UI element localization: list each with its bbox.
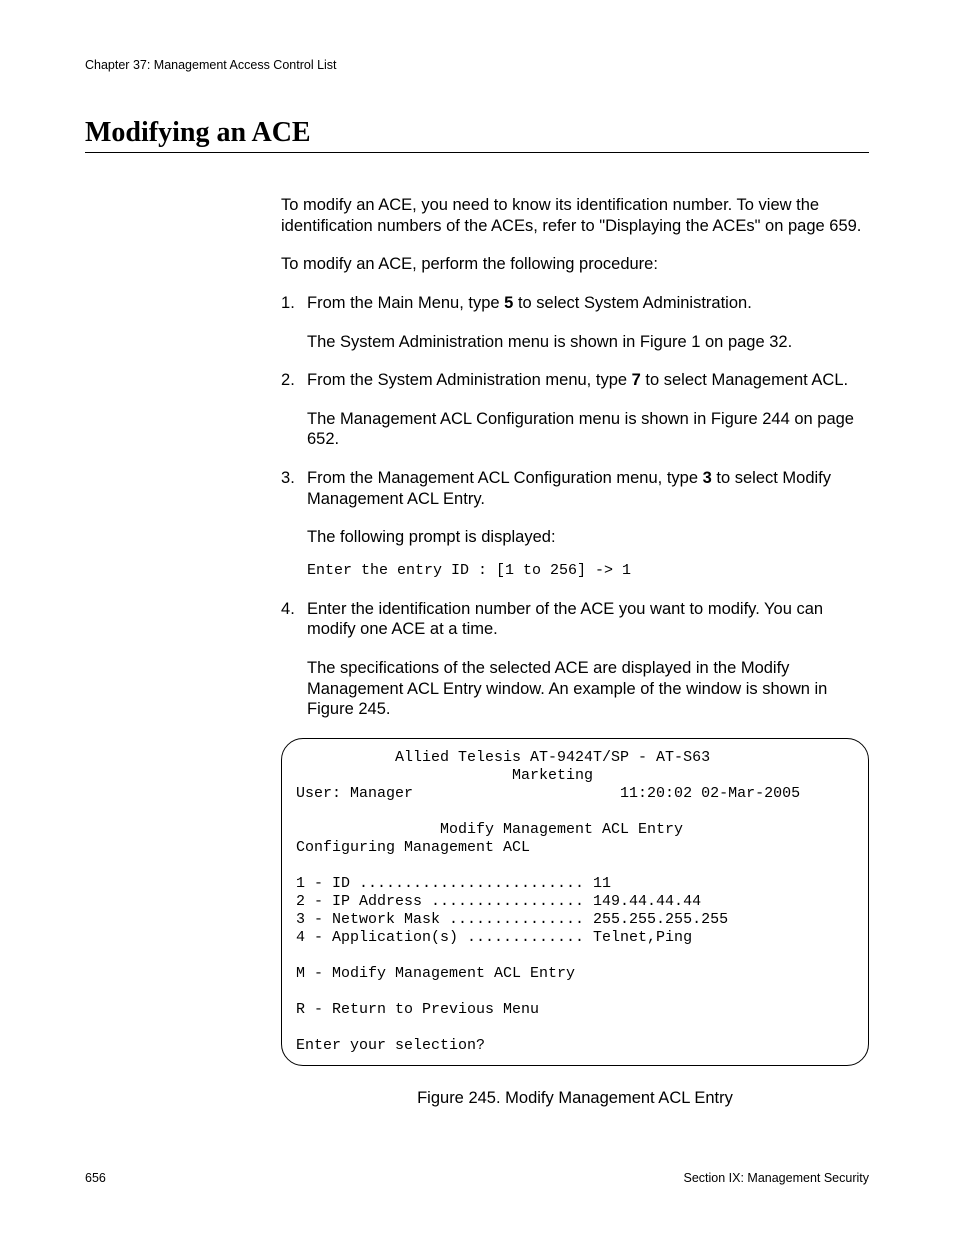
step-text: From the System Administration menu, typ…	[307, 371, 632, 389]
step-sub: The specifications of the selected ACE a…	[307, 658, 869, 720]
terminal-window: Allied Telesis AT-9424T/SP - AT-S63 Mark…	[281, 738, 869, 1066]
step-mono: Enter the entry ID : [1 to 256] -> 1	[307, 562, 869, 581]
step-text-after: to select System Administration.	[513, 294, 751, 312]
page-footer: 656 Section IX: Management Security	[85, 1171, 869, 1185]
step-bold: 5	[504, 294, 513, 312]
chapter-header: Chapter 37: Management Access Control Li…	[85, 58, 869, 72]
step-3: From the Management ACL Configuration me…	[281, 468, 869, 581]
section-label: Section IX: Management Security	[683, 1171, 869, 1185]
step-text-after: to select Management ACL.	[641, 371, 848, 389]
figure-caption: Figure 245. Modify Management ACL Entry	[281, 1088, 869, 1109]
step-2: From the System Administration menu, typ…	[281, 370, 869, 450]
step-sub: The Management ACL Configuration menu is…	[307, 409, 869, 450]
step-sub: The System Administration menu is shown …	[307, 332, 869, 353]
page-number: 656	[85, 1171, 106, 1185]
intro-paragraph: To modify an ACE, you need to know its i…	[281, 195, 869, 236]
procedure-intro: To modify an ACE, perform the following …	[281, 254, 869, 275]
step-text: Enter the identification number of the A…	[307, 600, 823, 639]
step-text: From the Main Menu, type	[307, 294, 504, 312]
step-bold: 7	[632, 371, 641, 389]
step-sub: The following prompt is displayed:	[307, 527, 869, 548]
step-bold: 3	[703, 469, 712, 487]
section-title: Modifying an ACE	[85, 117, 869, 153]
step-text: From the Management ACL Configuration me…	[307, 469, 703, 487]
procedure-steps: From the Main Menu, type 5 to select Sys…	[281, 293, 869, 720]
step-4: Enter the identification number of the A…	[281, 599, 869, 720]
content-body: To modify an ACE, you need to know its i…	[281, 195, 869, 1108]
step-1: From the Main Menu, type 5 to select Sys…	[281, 293, 869, 352]
